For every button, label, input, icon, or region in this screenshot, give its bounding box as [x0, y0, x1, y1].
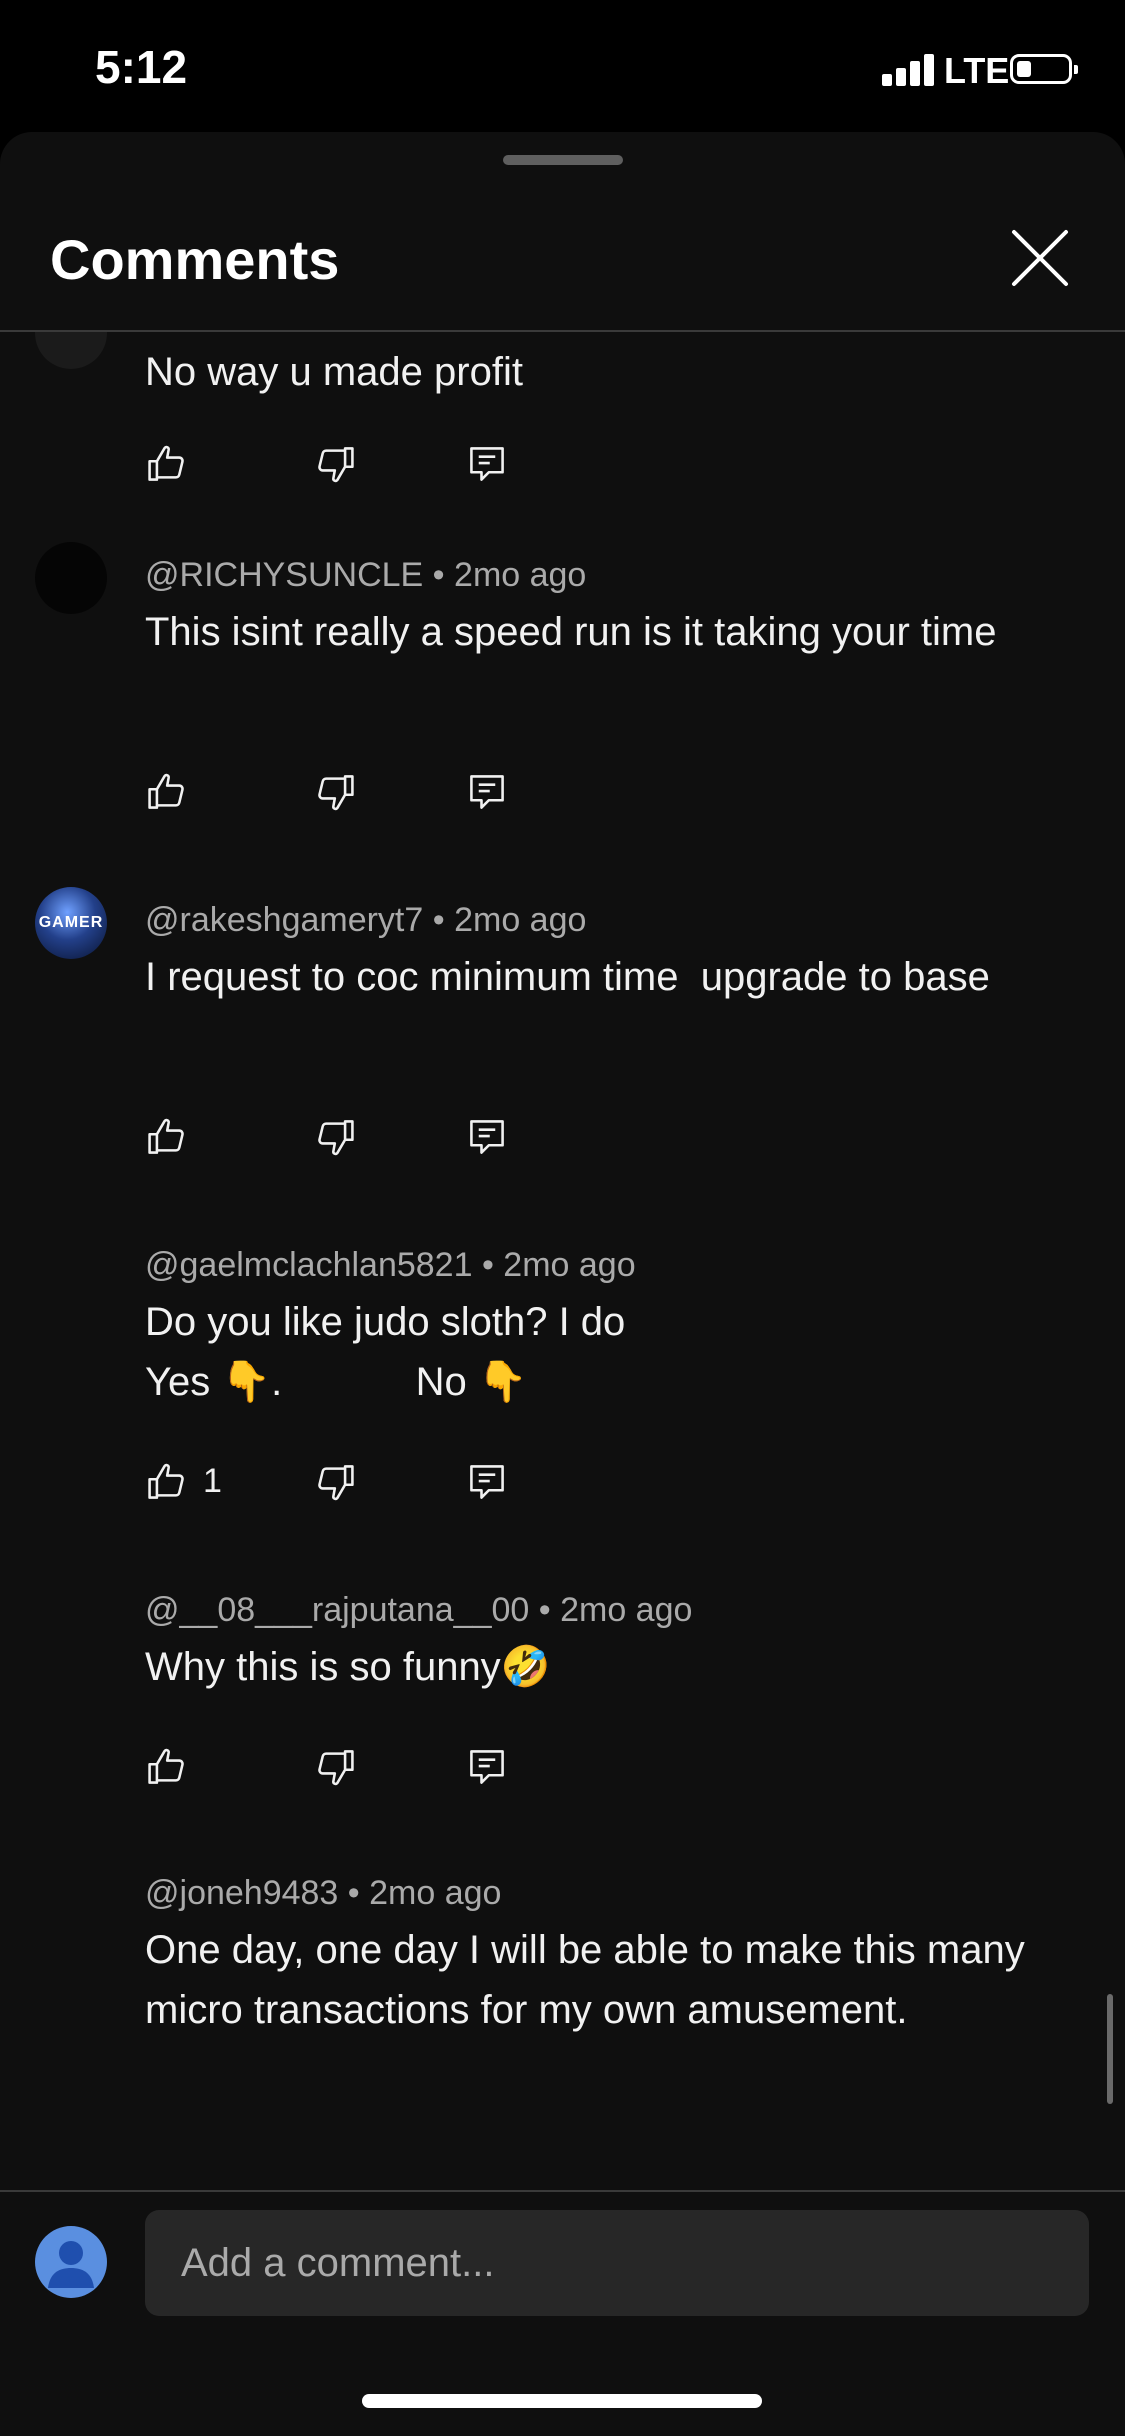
composer-divider	[0, 2190, 1125, 2192]
avatar[interactable]	[35, 2226, 107, 2298]
comment-input[interactable]	[145, 2210, 1089, 2316]
comments-header: Comments	[0, 132, 1125, 332]
like-button[interactable]	[145, 1115, 193, 1163]
reply-button[interactable]	[465, 770, 513, 818]
thumb-up-icon	[148, 773, 184, 809]
avatar[interactable]: GAMER	[35, 887, 107, 959]
comment-item: @RICHYSUNCLE • 2mo ago This isint really…	[0, 542, 1125, 872]
reply-icon	[470, 1750, 504, 1784]
avatar[interactable]	[35, 542, 107, 614]
dislike-button[interactable]	[313, 1115, 361, 1163]
comment-meta: @gaelmclachlan5821 • 2mo ago	[145, 1246, 636, 1284]
like-count: 1	[203, 1462, 222, 1500]
home-indicator[interactable]	[362, 2394, 762, 2408]
reply-button[interactable]	[465, 442, 513, 490]
dislike-button[interactable]	[313, 442, 361, 490]
comment-actions	[145, 1745, 565, 1793]
comment-actions	[145, 770, 565, 818]
like-button[interactable]	[145, 1745, 193, 1793]
like-button[interactable]	[145, 442, 193, 490]
comment-age: 2mo ago	[454, 556, 587, 594]
comment-meta: @__08___rajputana__00 • 2mo ago	[145, 1591, 693, 1629]
battery-icon	[1010, 54, 1078, 84]
comment-item: GAMER @rakeshgameryt7 • 2mo ago I reques…	[0, 887, 1125, 1217]
signal-icon	[882, 54, 936, 86]
thumb-up-icon	[148, 1118, 184, 1154]
like-button[interactable]: 1	[145, 1460, 222, 1508]
reply-icon	[470, 1465, 504, 1499]
thumb-up-icon	[148, 1748, 184, 1784]
reply-icon	[470, 775, 504, 809]
thumb-down-icon	[318, 775, 354, 811]
comment-text: Do you like judo sloth? I do Yes 👇. No 👇	[145, 1300, 626, 1404]
comment-text: Why this is so funny🤣	[145, 1645, 551, 1689]
comment-list[interactable]: No way u made profit @RICHYSUNCLE • 2mo …	[0, 332, 1125, 2322]
comment-author[interactable]: @gaelmclachlan5821	[145, 1246, 473, 1284]
reply-icon	[470, 447, 504, 481]
comment-meta: @joneh9483 • 2mo ago	[145, 1874, 502, 1912]
comment-text: No way u made profit	[145, 350, 523, 394]
comment-actions	[145, 1115, 565, 1163]
close-button[interactable]	[1008, 226, 1072, 290]
comment-author[interactable]: @rakeshgameryt7	[145, 901, 423, 939]
comment-age: 2mo ago	[369, 1874, 502, 1912]
comment-age: 2mo ago	[560, 1591, 693, 1629]
dislike-button[interactable]	[313, 770, 361, 818]
comment-age: 2mo ago	[503, 1246, 636, 1284]
thumb-down-icon	[318, 1750, 354, 1786]
comment-item: @__08___rajputana__00 • 2mo ago Why this…	[0, 1577, 1125, 1847]
comment-meta: @RICHYSUNCLE • 2mo ago	[145, 556, 587, 594]
reply-button[interactable]	[465, 1460, 513, 1508]
thumb-down-icon	[318, 1465, 354, 1501]
user-icon	[48, 2241, 94, 2288]
status-time: 5:12	[95, 41, 188, 93]
dislike-button[interactable]	[313, 1745, 361, 1793]
scrollbar[interactable]	[1107, 1994, 1113, 2104]
comment-author[interactable]: @joneh9483	[145, 1874, 338, 1912]
reply-icon	[470, 1120, 504, 1154]
network-label: LTE	[944, 50, 1010, 91]
comment-item: No way u made profit	[0, 332, 1125, 532]
avatar-badge: GAMER	[38, 914, 104, 931]
avatar[interactable]	[35, 332, 107, 369]
comment-age: 2mo ago	[454, 901, 587, 939]
close-icon	[1012, 230, 1068, 286]
comments-sheet: Comments No way u made profit @RICHYSUNC…	[0, 132, 1125, 2436]
comment-composer	[0, 2190, 1125, 2436]
comment-author[interactable]: @RICHYSUNCLE	[145, 556, 423, 594]
thumb-down-icon	[318, 447, 354, 483]
page-title: Comments	[50, 228, 340, 291]
comment-author[interactable]: @__08___rajputana__00	[145, 1591, 529, 1629]
dislike-button[interactable]	[313, 1460, 361, 1508]
comment-meta: @rakeshgameryt7 • 2mo ago	[145, 901, 587, 939]
reply-button[interactable]	[465, 1745, 513, 1793]
comment-item: @gaelmclachlan5821 • 2mo ago Do you like…	[0, 1232, 1125, 1562]
comment-text: This isint really a speed run is it taki…	[145, 610, 997, 654]
like-button[interactable]	[145, 770, 193, 818]
comment-actions: 1	[145, 1460, 565, 1508]
thumb-up-icon	[148, 1463, 184, 1499]
thumb-down-icon	[318, 1120, 354, 1156]
comment-text: I request to coc minimum time upgrade to…	[145, 955, 990, 999]
comment-text: One day, one day I will be able to make …	[145, 1928, 1036, 2032]
thumb-up-icon	[148, 445, 184, 481]
comment-actions	[145, 442, 565, 490]
reply-button[interactable]	[465, 1115, 513, 1163]
status-bar: 5:12 LTE	[0, 0, 1125, 132]
